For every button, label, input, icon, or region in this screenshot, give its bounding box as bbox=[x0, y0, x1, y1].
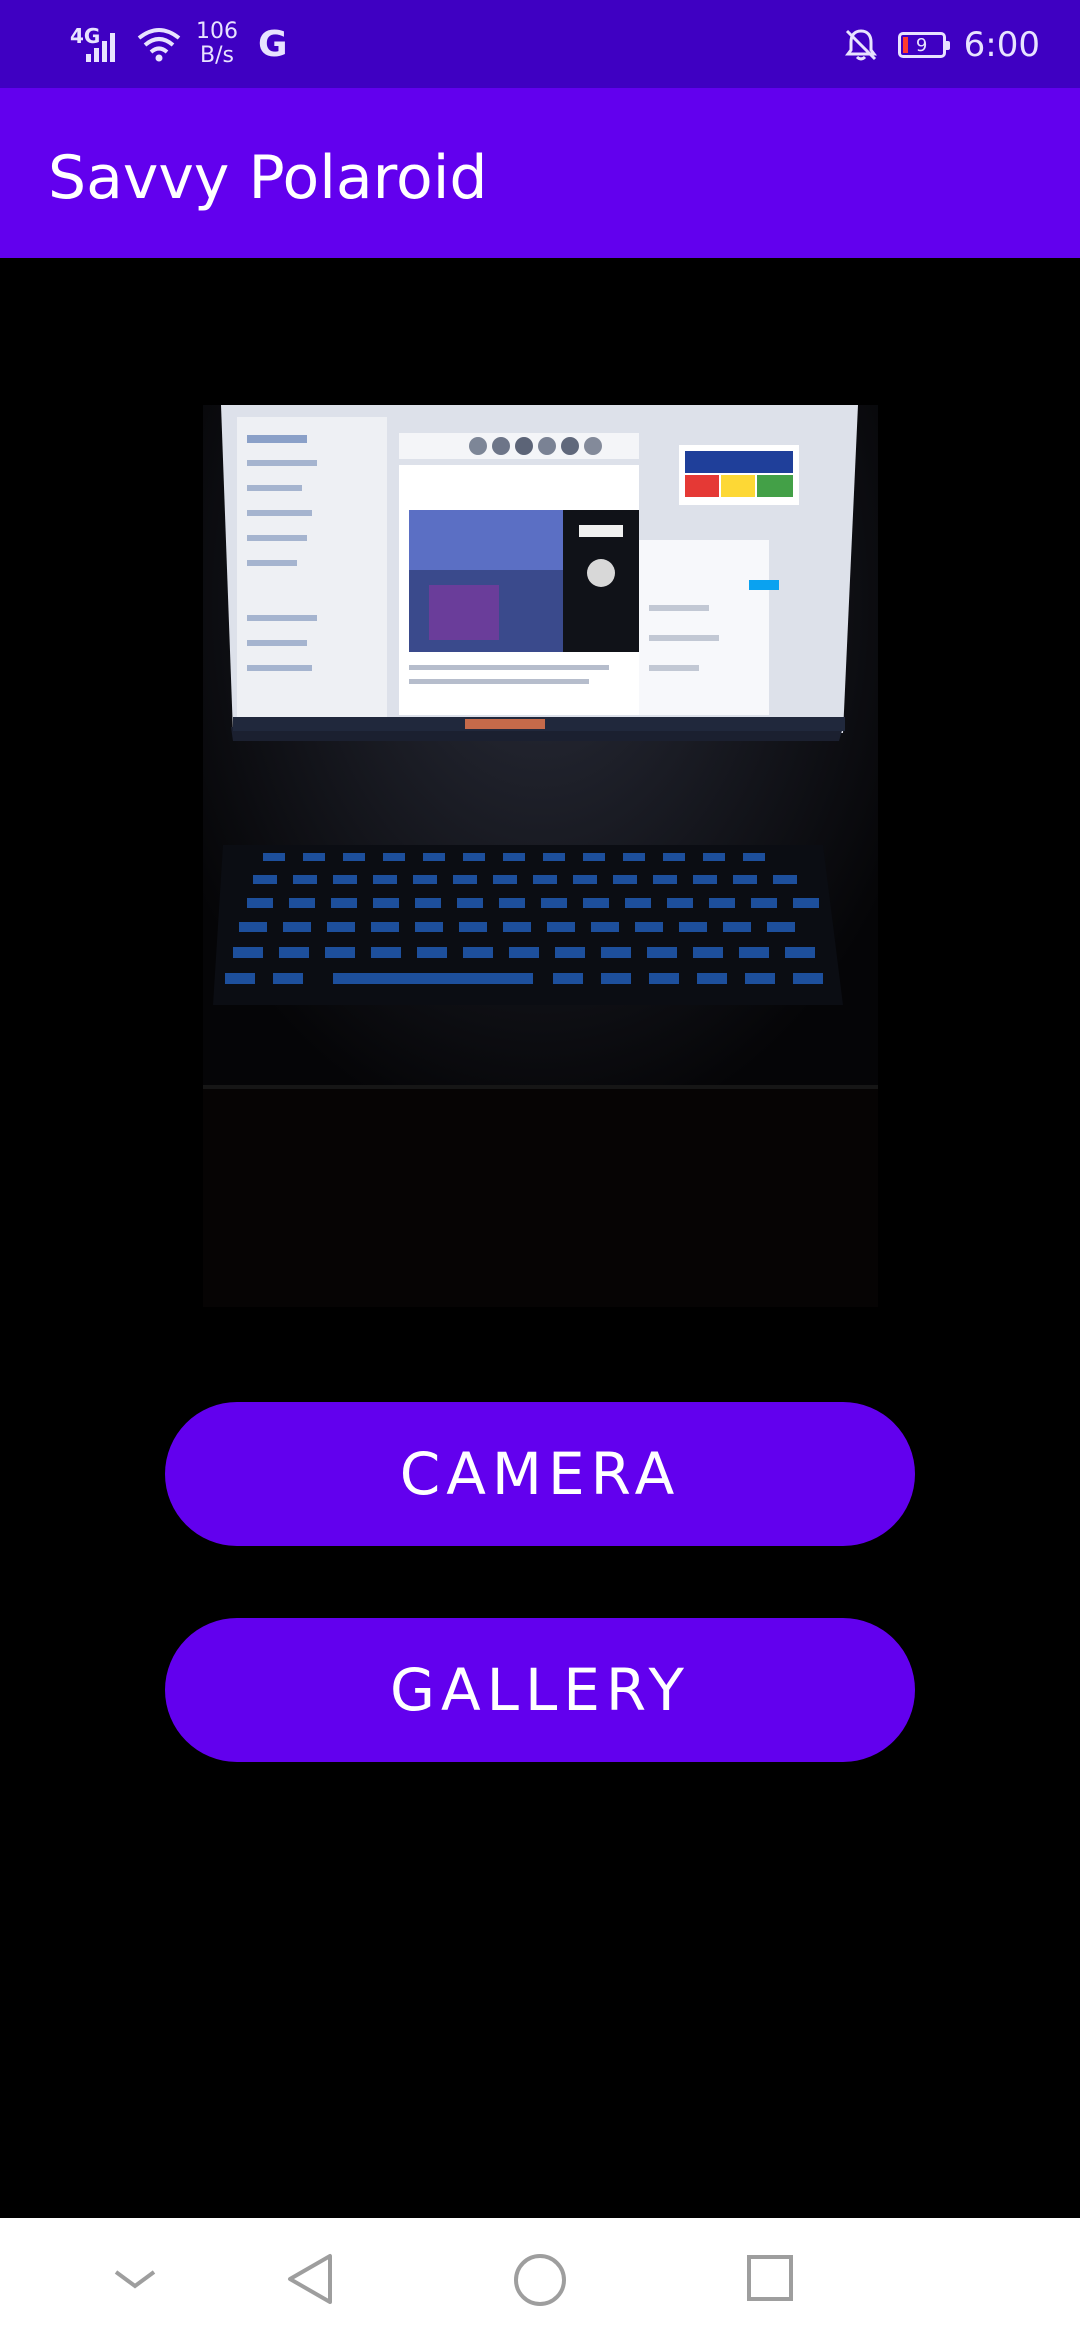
battery-level: 9 bbox=[915, 34, 928, 56]
notifications-off-icon bbox=[844, 29, 877, 61]
back-icon[interactable] bbox=[284, 2252, 338, 2306]
navigation-bar bbox=[0, 2218, 1080, 2340]
battery-icon: 9 bbox=[897, 32, 950, 58]
google-icon: G bbox=[258, 23, 288, 65]
network-type: 4G bbox=[70, 24, 101, 48]
photo-preview bbox=[203, 405, 878, 1307]
camera-button[interactable]: CAMERA bbox=[165, 1402, 915, 1546]
network-speed: 106 B/s bbox=[196, 20, 238, 68]
photo-image bbox=[203, 405, 878, 1307]
wifi-icon bbox=[137, 28, 181, 62]
status-bar: 106 B/s G 4G 9 6:00 bbox=[0, 0, 1080, 88]
home-icon[interactable] bbox=[512, 2252, 568, 2308]
app-bar: Savvy Polaroid bbox=[0, 88, 1080, 258]
app-screen: 106 B/s G 4G 9 6:00 Savvy Polaroid CAMER… bbox=[0, 0, 1080, 2340]
network-speed-unit: B/s bbox=[200, 43, 234, 68]
chevron-down-icon[interactable] bbox=[108, 2252, 162, 2306]
camera-button-label: CAMERA bbox=[399, 1440, 681, 1508]
gallery-button[interactable]: GALLERY bbox=[165, 1618, 915, 1762]
recents-icon[interactable] bbox=[744, 2252, 796, 2304]
gallery-button-label: GALLERY bbox=[390, 1656, 690, 1724]
app-title: Savvy Polaroid bbox=[48, 143, 488, 213]
status-left: 106 B/s G bbox=[70, 16, 288, 72]
network-speed-value: 106 bbox=[196, 19, 238, 44]
status-right: 9 6:00 bbox=[842, 18, 1040, 72]
battery-fill bbox=[902, 37, 908, 53]
status-time: 6:00 bbox=[963, 25, 1040, 65]
